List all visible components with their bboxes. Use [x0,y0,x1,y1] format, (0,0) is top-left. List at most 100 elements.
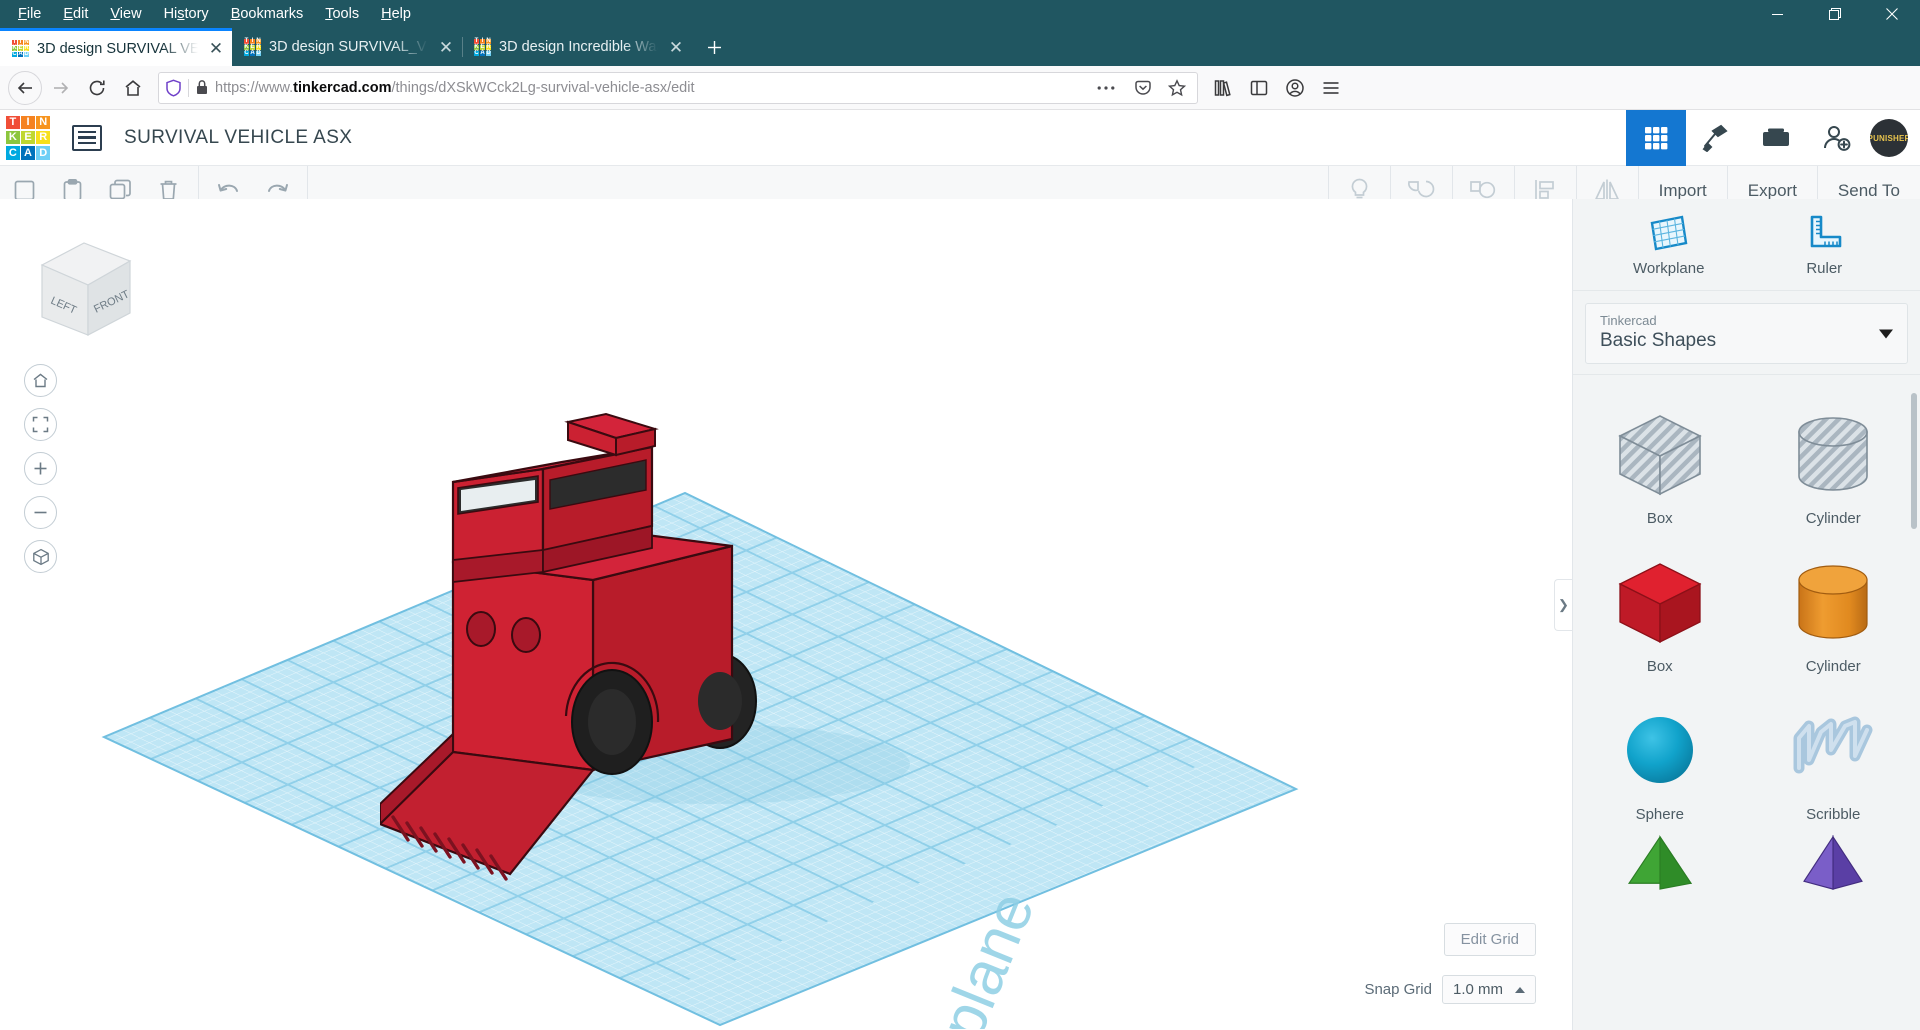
url-bar[interactable]: https://www.tinkercad.com/things/dXSkWCc… [158,72,1198,104]
avatar-container[interactable]: PUNISHER [1866,110,1920,166]
project-list-icon[interactable] [72,125,102,151]
add-person-icon[interactable] [1806,110,1866,166]
library-owner-label: Tinkercad [1600,313,1893,328]
app-header: TIN KER CAD SURVIVAL VEHICLE ASX [0,110,1920,166]
library-select-wrap: Tinkercad Basic Shapes [1573,291,1920,374]
shape-library-select[interactable]: Tinkercad Basic Shapes [1585,303,1908,364]
shape-label: Cylinder [1806,658,1861,675]
3d-canvas[interactable]: LEFT FRONT LEFT FRONT [0,199,1572,1030]
close-button[interactable] [1863,0,1920,28]
new-tab-button[interactable] [698,31,730,63]
avatar-label: PUNISHER [1870,134,1908,143]
sidebar-icon[interactable] [1242,71,1276,105]
tinkercad-favicon: TIN KER CAD [12,40,29,57]
browser-tab-2[interactable]: TIN KER CAD 3D design Incredible Waasa-S… [462,28,692,66]
account-icon[interactable] [1278,71,1312,105]
workplane-tool-label: Workplane [1633,260,1704,277]
tinkercad-favicon: TIN KER CAD [244,39,261,56]
window-controls [1749,0,1920,28]
zoom-in-button[interactable] [24,452,57,485]
ortho-perspective-button[interactable] [24,540,57,573]
back-button[interactable] [8,71,42,105]
menu-tools[interactable]: Tools [315,4,369,25]
minimize-button[interactable] [1749,0,1806,28]
shapes-panel: Workplane Ruler Tinkercad Basic Sh [1572,199,1920,1030]
browser-navbar: https://www.tinkercad.com/things/dXSkWCc… [0,66,1920,110]
workplane-icon [1648,213,1690,253]
shape-item-hole-box[interactable]: Box [1573,389,1747,531]
avatar[interactable]: PUNISHER [1870,119,1908,157]
library-icon[interactable] [1206,71,1240,105]
tab-close-icon[interactable]: ✕ [206,39,226,59]
caret-up-icon [1515,987,1525,993]
menu-view[interactable]: View [100,4,151,25]
shape-item-solid-cylinder[interactable]: Cylinder [1747,537,1920,679]
snap-grid-row: Snap Grid 1.0 mm [1364,975,1536,1004]
tab-close-icon[interactable]: ✕ [436,37,456,57]
tinkercad-favicon: TIN KER CAD [474,39,491,56]
panel-tools-row: Workplane Ruler [1573,199,1920,291]
hamburger-menu-icon[interactable] [1314,71,1348,105]
browser-tab-1[interactable]: TIN KER CAD 3D design SURVIVAL_VEHICLE_V… [232,28,462,66]
fit-to-view-button[interactable] [24,408,57,441]
menu-edit[interactable]: Edit [53,4,98,25]
page-title: SURVIVAL VEHICLE ASX [124,127,352,149]
shape-label: Box [1647,658,1673,675]
workplane-tool[interactable]: Workplane [1609,213,1729,277]
grid-view-icon[interactable] [1626,110,1686,166]
menu-help[interactable]: Help [371,4,421,25]
shape-item-solid-pyramid[interactable] [1747,833,1920,903]
star-bookmark-icon[interactable] [1163,79,1191,97]
menu-history[interactable]: History [154,4,219,25]
tab-close-icon[interactable]: ✕ [666,37,686,57]
snap-grid-value: 1.0 mm [1453,981,1503,998]
url-text[interactable]: https://www.tinkercad.com/things/dXSkWCc… [215,80,1083,96]
pocket-icon[interactable] [1129,79,1157,97]
page-actions-ellipsis-icon[interactable] [1089,85,1123,91]
shape-item-hole-cylinder[interactable]: Cylinder [1747,389,1920,531]
panel-collapse-handle[interactable]: ❯ [1554,579,1572,631]
survival-vehicle-model[interactable] [380,304,1140,889]
browser-menubar: File Edit View History Bookmarks Tools H… [0,0,1920,28]
browser-tab-0[interactable]: TIN KER CAD 3D design SURVIVAL VEHICLE A… [0,28,232,66]
library-name-label: Basic Shapes [1600,330,1893,352]
shape-item-solid-box[interactable]: Box [1573,537,1747,679]
menu-file[interactable]: File [8,4,51,25]
home-view-button[interactable] [24,364,57,397]
tab-divider [462,37,463,57]
home-button[interactable] [116,71,150,105]
padlock-icon[interactable] [195,79,209,96]
browser-tab-title: 3D design SURVIVAL VEHICLE A [37,41,198,57]
solid-pyramid-icon [1785,833,1881,891]
tracking-protection-shield-icon[interactable] [165,79,182,97]
forward-button[interactable] [44,71,78,105]
shape-label: Sphere [1636,806,1684,823]
app-header-actions: PUNISHER [1626,110,1920,166]
view-cube[interactable]: LEFT FRONT LEFT FRONT [20,227,150,362]
shape-item-solid-cone[interactable] [1573,833,1747,903]
codeblocks-icon[interactable] [1686,110,1746,166]
shape-grid[interactable]: Box Cylinder Box [1573,374,1920,1030]
ruler-tool[interactable]: Ruler [1764,213,1884,277]
snap-grid-select[interactable]: 1.0 mm [1442,975,1536,1004]
editor-main: LEFT FRONT LEFT FRONT [0,199,1920,1030]
tinkercad-logo[interactable]: TIN KER CAD [6,116,50,160]
zoom-out-button[interactable] [24,496,57,529]
ruler-icon [1803,213,1845,253]
browser-tab-title: 3D design SURVIVAL_VEHICLE_V [269,39,428,55]
solid-cylinder-icon [1785,554,1881,650]
shape-label: Box [1647,510,1673,527]
menu-bookmarks[interactable]: Bookmarks [221,4,314,25]
shape-grid-scrollbar[interactable] [1911,393,1917,529]
snap-grid-label: Snap Grid [1364,981,1432,998]
solid-sphere-icon [1612,702,1708,798]
shape-item-scribble[interactable]: Scribble [1747,685,1920,827]
gallery-icon[interactable] [1746,110,1806,166]
reload-button[interactable] [80,71,114,105]
edit-grid-button[interactable]: Edit Grid [1444,923,1536,956]
ruler-tool-label: Ruler [1806,260,1842,277]
urlbar-divider [188,79,189,97]
shape-item-solid-sphere[interactable]: Sphere [1573,685,1747,827]
browser-tab-title: 3D design Incredible Waasa-Sa [499,39,658,55]
restore-button[interactable] [1806,0,1863,28]
